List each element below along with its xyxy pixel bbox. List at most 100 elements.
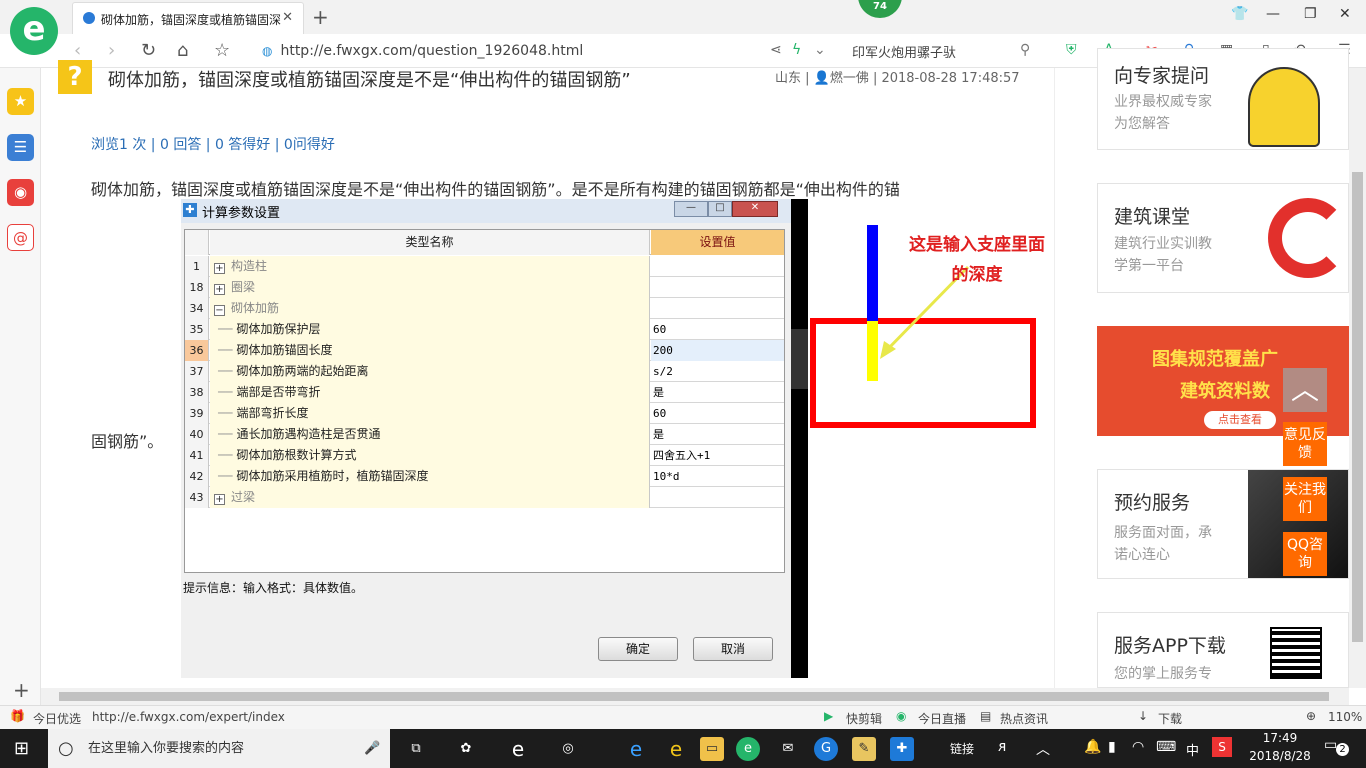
status-zoom[interactable]: 110%	[1328, 710, 1362, 724]
taskbar-links[interactable]: 链接	[950, 740, 974, 757]
speed-icon[interactable]: ϟ	[792, 42, 801, 58]
card-app-download-sub1: 您的掌上服务专	[1114, 666, 1212, 682]
notes-icon[interactable]: ✎	[852, 737, 876, 761]
grid-row-number: 1	[185, 256, 209, 277]
grid-row-name-cell: ── 端部是否带弯折	[210, 382, 650, 403]
notification-badge[interactable]: 74	[858, 0, 902, 18]
grid-row-name-cell: + 过梁	[210, 487, 650, 508]
back-to-top-icon[interactable]: ︿	[1283, 368, 1327, 412]
card-ask-expert[interactable]: 向专家提问 业界最权威专家 为您解答	[1097, 48, 1349, 150]
browser-360-icon[interactable]: e	[736, 737, 760, 761]
grid-row-number: 37	[185, 361, 209, 382]
tray-chevron-icon[interactable]: ︿	[1036, 739, 1050, 759]
grid-row-number: 38	[185, 382, 209, 403]
keyboard-icon[interactable]: ⌨	[1156, 739, 1176, 755]
new-tab-button[interactable]: +	[312, 5, 329, 29]
reading-list-icon[interactable]: ☰	[7, 134, 34, 161]
banner-line2: 建筑资料数	[1180, 381, 1270, 402]
spiral-app-icon[interactable]: ◎	[556, 737, 580, 761]
ime-indicator[interactable]: 中	[1186, 740, 1199, 759]
browser-logo[interactable]: e	[10, 7, 58, 55]
status-kuaijian[interactable]: 快剪辑	[846, 710, 882, 727]
edge-icon[interactable]: e	[506, 737, 530, 761]
battery-icon[interactable]: ▮	[1108, 739, 1116, 755]
search-box-text[interactable]: 印军火炮用骡子驮	[852, 42, 956, 61]
weibo-icon[interactable]: ◉	[7, 179, 34, 206]
clock-date[interactable]: 2018/8/28	[1246, 749, 1314, 763]
windows-taskbar: ⊞ ○ 在这里输入你要搜索的内容 🎤 ⧉ ✿ e ◎ e e ▭ e ✉ G ✎…	[0, 729, 1366, 768]
forward-icon[interactable]: ›	[108, 40, 115, 61]
chevron-down-icon[interactable]: ⌄	[814, 42, 826, 58]
vertical-scrollbar[interactable]	[1349, 68, 1366, 688]
card-appointment-sub2: 诺心连心	[1114, 547, 1170, 563]
notification-bell-icon[interactable]: 🔔	[1084, 739, 1101, 755]
horizontal-scroll-thumb[interactable]	[59, 692, 1329, 701]
grid-row-value-cell	[651, 487, 784, 508]
edge-browser-icon[interactable]: e	[624, 737, 648, 761]
horizontal-scrollbar[interactable]	[41, 688, 1349, 705]
question-stats[interactable]: 浏览1 次 | 0 回答 | 0 答得好 | 0问得好	[91, 134, 335, 154]
vertical-scroll-thumb[interactable]	[1352, 172, 1363, 642]
skin-icon[interactable]: 👕	[1231, 6, 1248, 22]
grid-row-value-cell	[651, 298, 784, 319]
follow-us-button[interactable]: 关注我们	[1283, 477, 1327, 521]
card-classroom[interactable]: 建筑课堂 建筑行业实训教 学第一平台	[1097, 183, 1349, 293]
address-bar[interactable]: ◍ http://e.fwxgx.com/question_1926048.ht…	[262, 39, 762, 63]
collapse-icon: −	[214, 305, 225, 316]
back-icon[interactable]: ‹	[74, 40, 81, 61]
windows-start-icon[interactable]: ⊞	[14, 738, 29, 759]
task-view-icon[interactable]: ⧉	[404, 737, 428, 761]
close-window-button[interactable]: ✕	[1339, 6, 1351, 22]
home-icon[interactable]: ⌂	[177, 40, 188, 61]
refresh-icon[interactable]: ↻	[141, 40, 156, 61]
clock-time[interactable]: 17:49	[1252, 731, 1308, 745]
pinwheel-icon[interactable]: ✿	[454, 737, 478, 761]
dialog-minimize-icon: —	[674, 201, 708, 217]
grid-row-value-cell	[651, 256, 784, 277]
email-icon[interactable]: @	[7, 224, 34, 251]
share-icon[interactable]: ⋖	[770, 42, 782, 58]
status-link: http://e.fwxgx.com/expert/index	[92, 710, 285, 724]
card-ask-expert-title: 向专家提问	[1114, 65, 1210, 87]
download-icon: ↓	[1138, 709, 1149, 723]
question-body-line1: 砌体加筋，锚固深度或植筋锚固深度是不是“伸出构件的锚固钢筋”。是不是所有构建的锚…	[91, 180, 900, 199]
favorite-star-icon[interactable]: ☆	[214, 40, 230, 61]
search-icon[interactable]: ⚲	[1020, 42, 1030, 58]
status-hot[interactable]: 热点资讯	[1000, 710, 1048, 727]
wifi-icon[interactable]: ◠	[1132, 739, 1144, 755]
sidebar-add-icon[interactable]: +	[13, 678, 30, 702]
status-download[interactable]: 下载	[1158, 710, 1182, 727]
minimize-button[interactable]: —	[1266, 6, 1280, 22]
sogou-icon[interactable]: S	[1212, 737, 1232, 757]
banner-view-button[interactable]: 点击查看	[1204, 411, 1276, 429]
tree-line-icon: ──	[218, 448, 233, 462]
restore-button[interactable]: ❐	[1304, 6, 1317, 22]
tab-close-icon[interactable]: ✕	[282, 10, 293, 25]
status-news[interactable]: 今日优选	[33, 710, 81, 727]
status-live[interactable]: 今日直播	[918, 710, 966, 727]
ie-icon[interactable]: e	[664, 737, 688, 761]
security-shield-icon[interactable]: ⛨	[1066, 42, 1077, 58]
hot-news-icon: ▤	[980, 709, 992, 723]
taskbar-search-placeholder: 在这里输入你要搜索的内容	[88, 741, 245, 756]
mail-icon[interactable]: ✉	[776, 737, 800, 761]
grid-group-label: 砌体加筋	[231, 301, 280, 315]
tree-line-icon: ──	[218, 406, 233, 420]
calc-app-icon[interactable]: ✚	[890, 737, 914, 761]
microphone-icon[interactable]: 🎤	[364, 729, 380, 768]
expand-icon: +	[214, 494, 225, 505]
tab-title: 砌体加筋，锚固深度或植筋锚固深度是不是“伸出构件的锚固钢筋”	[101, 13, 281, 27]
people-icon[interactable]: ᴙ	[998, 739, 1006, 755]
annotation-line1: 这是输入支座里面	[909, 235, 1045, 255]
qq-consult-button[interactable]: QQ咨询	[1283, 532, 1327, 576]
browser-tab[interactable]: 砌体加筋，锚固深度或植筋锚固深度是不是“伸出构件的锚固钢筋” ✕	[72, 2, 304, 34]
tree-line-icon: ──	[218, 364, 233, 378]
grid-row-value-cell: 是	[653, 386, 664, 399]
favorites-star-icon[interactable]: ★	[7, 88, 34, 115]
feedback-button[interactable]: 意见反馈	[1283, 422, 1327, 466]
glodon-icon[interactable]: G	[814, 737, 838, 761]
taskbar-search[interactable]: ○ 在这里输入你要搜索的内容 🎤	[48, 729, 390, 768]
card-app-download[interactable]: 服务APP下载 您的掌上服务专	[1097, 612, 1349, 688]
expand-icon: +	[214, 284, 225, 295]
file-explorer-icon[interactable]: ▭	[700, 737, 724, 761]
